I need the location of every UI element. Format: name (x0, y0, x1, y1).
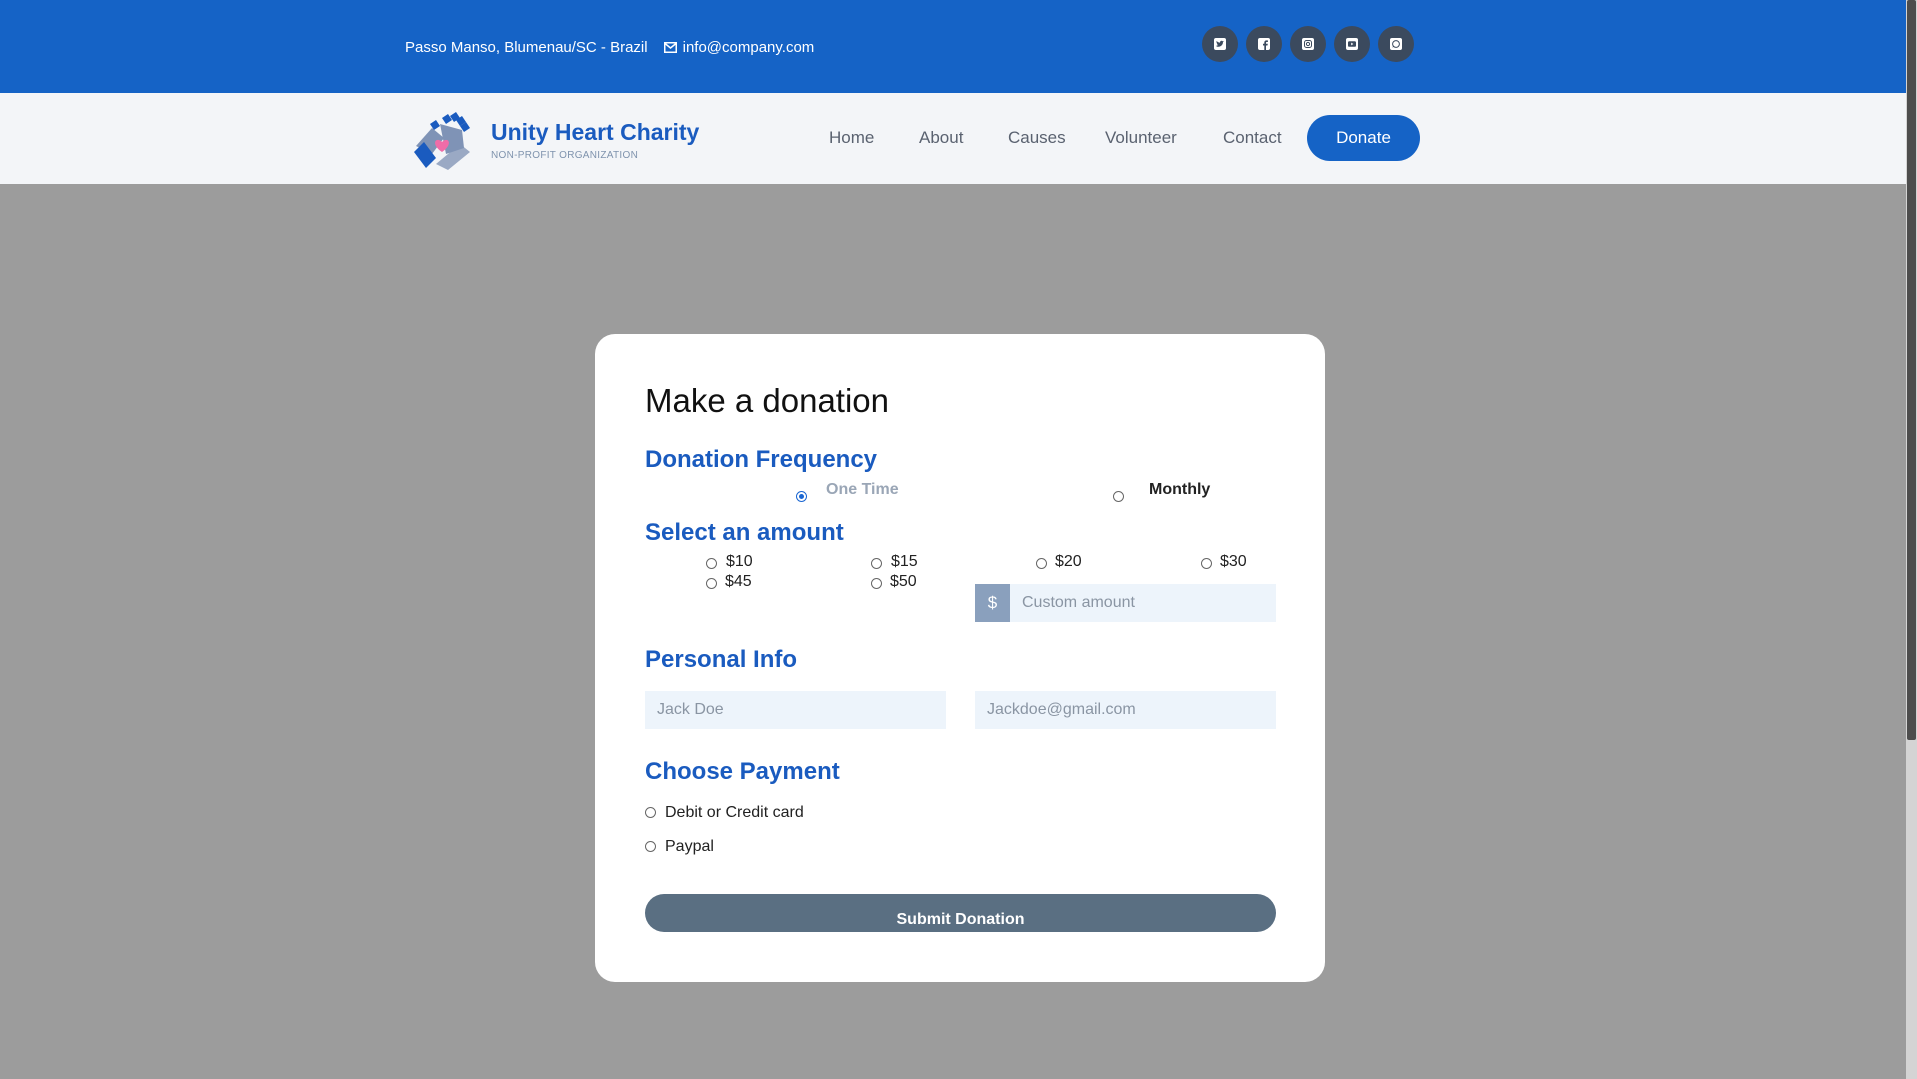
donate-button[interactable]: Donate (1307, 115, 1420, 161)
amount-15-radio[interactable] (871, 558, 882, 569)
nav-home[interactable]: Home (829, 128, 874, 148)
address-text: Passo Manso, Blumenau/SC - Brazil (405, 39, 648, 56)
frequency-monthly-radio[interactable] (1113, 491, 1124, 502)
amount-45-radio[interactable] (706, 578, 717, 589)
whatsapp-icon[interactable] (1378, 26, 1414, 62)
name-input[interactable] (645, 691, 946, 729)
amount-20-label[interactable]: $20 (1055, 553, 1082, 571)
envelope-icon (663, 42, 677, 53)
frequency-one-time-radio[interactable] (796, 491, 807, 502)
amount-50-radio[interactable] (871, 578, 882, 589)
submit-donation-button[interactable]: Submit Donation (645, 894, 1276, 932)
page-scrollbar-thumb[interactable] (1907, 0, 1916, 740)
payment-card-radio[interactable] (645, 807, 656, 818)
twitter-icon[interactable] (1202, 26, 1238, 62)
frequency-monthly-label[interactable]: Monthly (1149, 481, 1210, 499)
payment-paypal-radio[interactable] (645, 841, 656, 852)
amount-45-label[interactable]: $45 (725, 573, 752, 591)
nav-volunteer[interactable]: Volunteer (1105, 128, 1177, 148)
nav-causes[interactable]: Causes (1008, 128, 1066, 148)
custom-amount-input[interactable] (1010, 584, 1276, 622)
facebook-icon[interactable] (1246, 26, 1282, 62)
frequency-title: Donation Frequency (645, 446, 878, 473)
amount-50-label[interactable]: $50 (890, 573, 917, 591)
payment-card-label[interactable]: Debit or Credit card (665, 804, 804, 822)
amount-30-label[interactable]: $30 (1220, 553, 1247, 571)
personal-info-title: Personal Info (645, 646, 798, 673)
amount-30-radio[interactable] (1201, 558, 1212, 569)
contact-info: Passo Manso, Blumenau/SC - Brazil info@c… (405, 39, 814, 56)
currency-prefix: $ (975, 584, 1010, 622)
amount-10-radio[interactable] (706, 558, 717, 569)
nav-contact[interactable]: Contact (1223, 128, 1282, 148)
social-links (1202, 26, 1414, 62)
custom-amount-group: $ (975, 584, 1276, 622)
nav-about[interactable]: About (919, 128, 963, 148)
amount-15-label[interactable]: $15 (891, 553, 918, 571)
payment-paypal-label[interactable]: Paypal (665, 838, 714, 856)
youtube-icon[interactable] (1334, 26, 1370, 62)
brand-name[interactable]: Unity Heart Charity (491, 119, 699, 146)
amount-20-radio[interactable] (1036, 558, 1047, 569)
email-contact[interactable]: info@company.com (663, 39, 815, 56)
payment-title: Choose Payment (645, 758, 840, 785)
frequency-one-time-label[interactable]: One Time (826, 481, 899, 499)
hands-heart-logo[interactable] (410, 108, 474, 172)
amount-title: Select an amount (645, 519, 844, 546)
instagram-icon[interactable] (1290, 26, 1326, 62)
brand-tagline: NON-PROFIT ORGANIZATION (491, 150, 639, 161)
amount-10-label[interactable]: $10 (726, 553, 753, 571)
donation-form-card: Make a donation Donation Frequency One T… (595, 334, 1325, 982)
email-input[interactable] (975, 691, 1276, 729)
top-info-bar: Passo Manso, Blumenau/SC - Brazil info@c… (0, 0, 1917, 93)
form-title: Make a donation (645, 382, 890, 419)
email-text[interactable]: info@company.com (683, 39, 815, 56)
